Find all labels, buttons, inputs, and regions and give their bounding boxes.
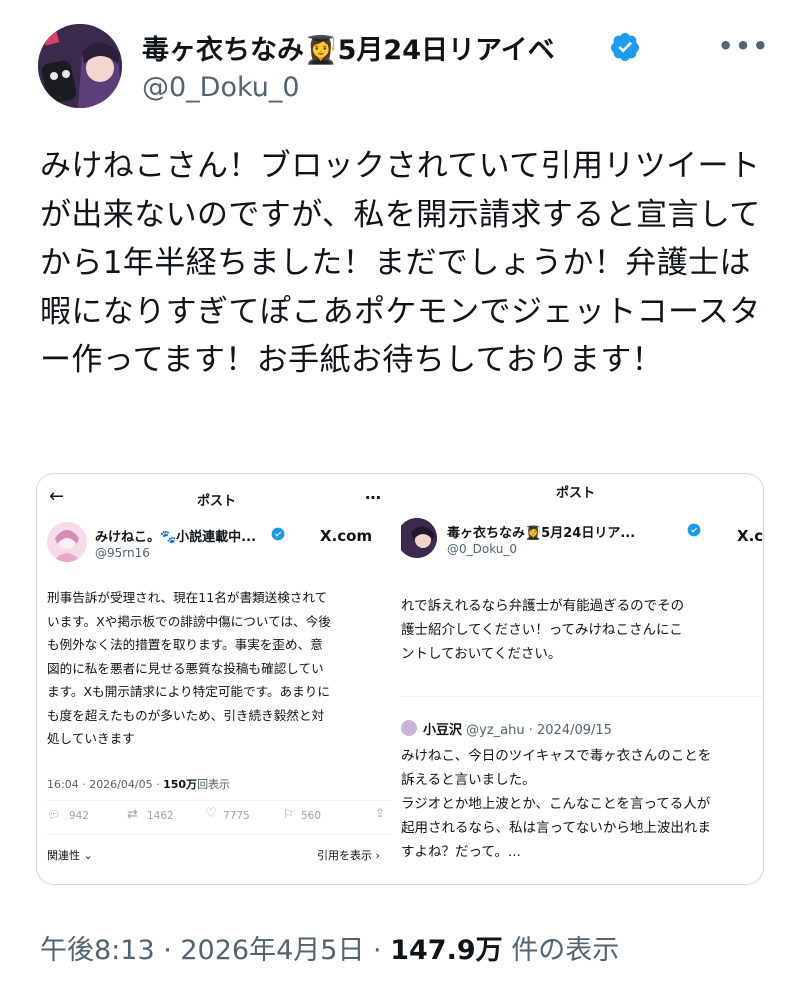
right-body-line: ントしておいてください。 <box>401 646 562 662</box>
view-count: 147.9万 <box>390 935 503 966</box>
left-more-icon: … <box>365 484 381 503</box>
left-body-line: 図的に私を悪者に見せる悪質な投稿も確認してい <box>47 660 324 676</box>
reply-avatar <box>401 720 417 736</box>
right-author-handle: @0_Doku_0 <box>447 542 518 556</box>
back-arrow-icon: ← <box>49 486 65 507</box>
right-author-name: 毒ヶ衣ちなみ👩‍🎓5月24日リア... <box>447 526 636 541</box>
right-body-line: れで訴えれるなら弁護士が有能過ぎるのでその <box>401 598 685 614</box>
left-avatar <box>47 522 87 562</box>
reply-header: 小豆沢 @yz_ahu · 2024/09/15 <box>423 719 612 738</box>
tweet-timestamp[interactable]: 午後8:13 · 2026年4月5日 · <box>40 935 390 966</box>
chevron-down-icon: ⌄ <box>83 849 93 862</box>
left-body-line: 刑事告訴が受理され、現在11名が書類送検されて <box>47 590 328 605</box>
left-meta-views: 150万 <box>163 778 198 791</box>
left-header-title: ポスト <box>197 494 237 509</box>
reply-line: みけねこ、今日のツイキャスで毒ヶ衣さんのことを <box>401 748 712 764</box>
left-actions-divider <box>47 834 392 835</box>
right-body: れで訴えれるなら弁護士が有能過ぎるのでその 護士紹介してください！ってみけねこさ… <box>401 594 684 666</box>
left-author-handle: @95rn16 <box>95 546 150 560</box>
left-meta: 16:04 · 2026/04/05 · 150万回表示 <box>47 776 230 792</box>
right-screenshot: ポスト 毒ヶ衣ちなみ👩‍🎓5月24日リア... @0_Doku_0 X.com … <box>401 474 763 884</box>
attached-image[interactable]: ← ポスト … みけねこ。🐾小説連載中... @95rn16 X.com 刑事告… <box>36 473 764 885</box>
right-avatar <box>401 518 437 558</box>
right-header-title: ポスト <box>556 486 596 501</box>
left-body-line: 処していきます <box>47 731 135 746</box>
relevance-label: 関連性 ⌄ <box>47 847 93 863</box>
right-body-line: 護士紹介してください！ってみけねこさんにこ <box>401 622 683 638</box>
left-actions: 💬︎ 942 ⇄ 1462 ♡ 7775 ⚐ 560 ⇪ <box>47 806 392 828</box>
left-verified-icon <box>271 527 285 541</box>
left-author-name: みけねこ。🐾小説連載中... <box>95 530 257 545</box>
reply-count: 942 <box>69 810 90 822</box>
reply-name: 小豆沢 <box>423 723 463 738</box>
like-icon: ♡ <box>205 806 217 821</box>
repost-icon: ⇄ <box>127 807 138 822</box>
relevance-text: 関連性 <box>47 849 80 862</box>
reply-body: みけねこ、今日のツイキャスで毒ヶ衣さんのことを 訴えると言いました。 ラジオとか… <box>401 744 711 864</box>
tweet-text: みけねこさん！ブロックされていて引用リツイートが出来ないのですが、私を開示請求す… <box>40 148 761 378</box>
left-body-line: ます。Xも開示請求により特定可能です。あまりに <box>47 684 330 699</box>
left-meta-time: 16:04 · 2026/04/05 · <box>47 778 164 791</box>
author-name[interactable]: 毒ヶ衣ちなみ👩‍🎓5月24日リアイベ <box>142 28 555 67</box>
left-body-line: います。Xや掲示板での誹謗中傷については、今後 <box>47 613 331 629</box>
more-options-icon[interactable]: ••• <box>718 32 770 60</box>
right-xcom-label: X.com <box>737 527 763 545</box>
author-avatar[interactable] <box>38 24 122 108</box>
left-body-line: も例外なく法的措置を取ります。事実を歪め、意 <box>47 637 323 652</box>
right-verified-icon <box>687 523 701 537</box>
reply-line: すよね？だって。... <box>401 844 521 860</box>
tweet-footer: 午後8:13 · 2026年4月5日 · 147.9万 件の表示 <box>40 928 619 967</box>
bookmark-count: 560 <box>301 810 322 822</box>
like-count: 7775 <box>223 810 250 822</box>
view-quotes-label: 引用を表示 › <box>317 849 380 862</box>
left-body-line: も度を超えたものが多いため、引き続き毅然と対 <box>47 707 325 723</box>
left-xcom-label: X.com <box>320 527 373 545</box>
view-count-label: 件の表示 <box>502 935 620 966</box>
share-icon: ⇪ <box>375 806 386 820</box>
reply-icon: 💬︎ <box>47 809 61 821</box>
repost-count: 1462 <box>147 810 174 822</box>
reply-line: 起用されるなら、私は言ってないから地上波出れま <box>401 820 711 836</box>
right-divider <box>401 696 763 697</box>
author-handle[interactable]: @0_Doku_0 <box>142 72 300 103</box>
left-meta-views-suffix: 回表示 <box>197 778 231 791</box>
reply-line: 訴えると言いました。 <box>401 772 536 788</box>
left-meta-divider <box>47 800 392 801</box>
left-screenshot: ← ポスト … みけねこ。🐾小説連載中... @95rn16 X.com 刑事告… <box>37 474 399 884</box>
verified-badge-icon <box>609 31 641 63</box>
reply-line: ラジオとか地上波とか、こんなことを言ってる人が <box>401 796 711 812</box>
bookmark-icon: ⚐ <box>283 807 294 821</box>
left-body: 刑事告訴が受理され、現在11名が書類送検されて います。Xや掲示板での誹謗中傷に… <box>47 586 331 751</box>
reply-meta: @yz_ahu · 2024/09/15 <box>466 723 612 738</box>
